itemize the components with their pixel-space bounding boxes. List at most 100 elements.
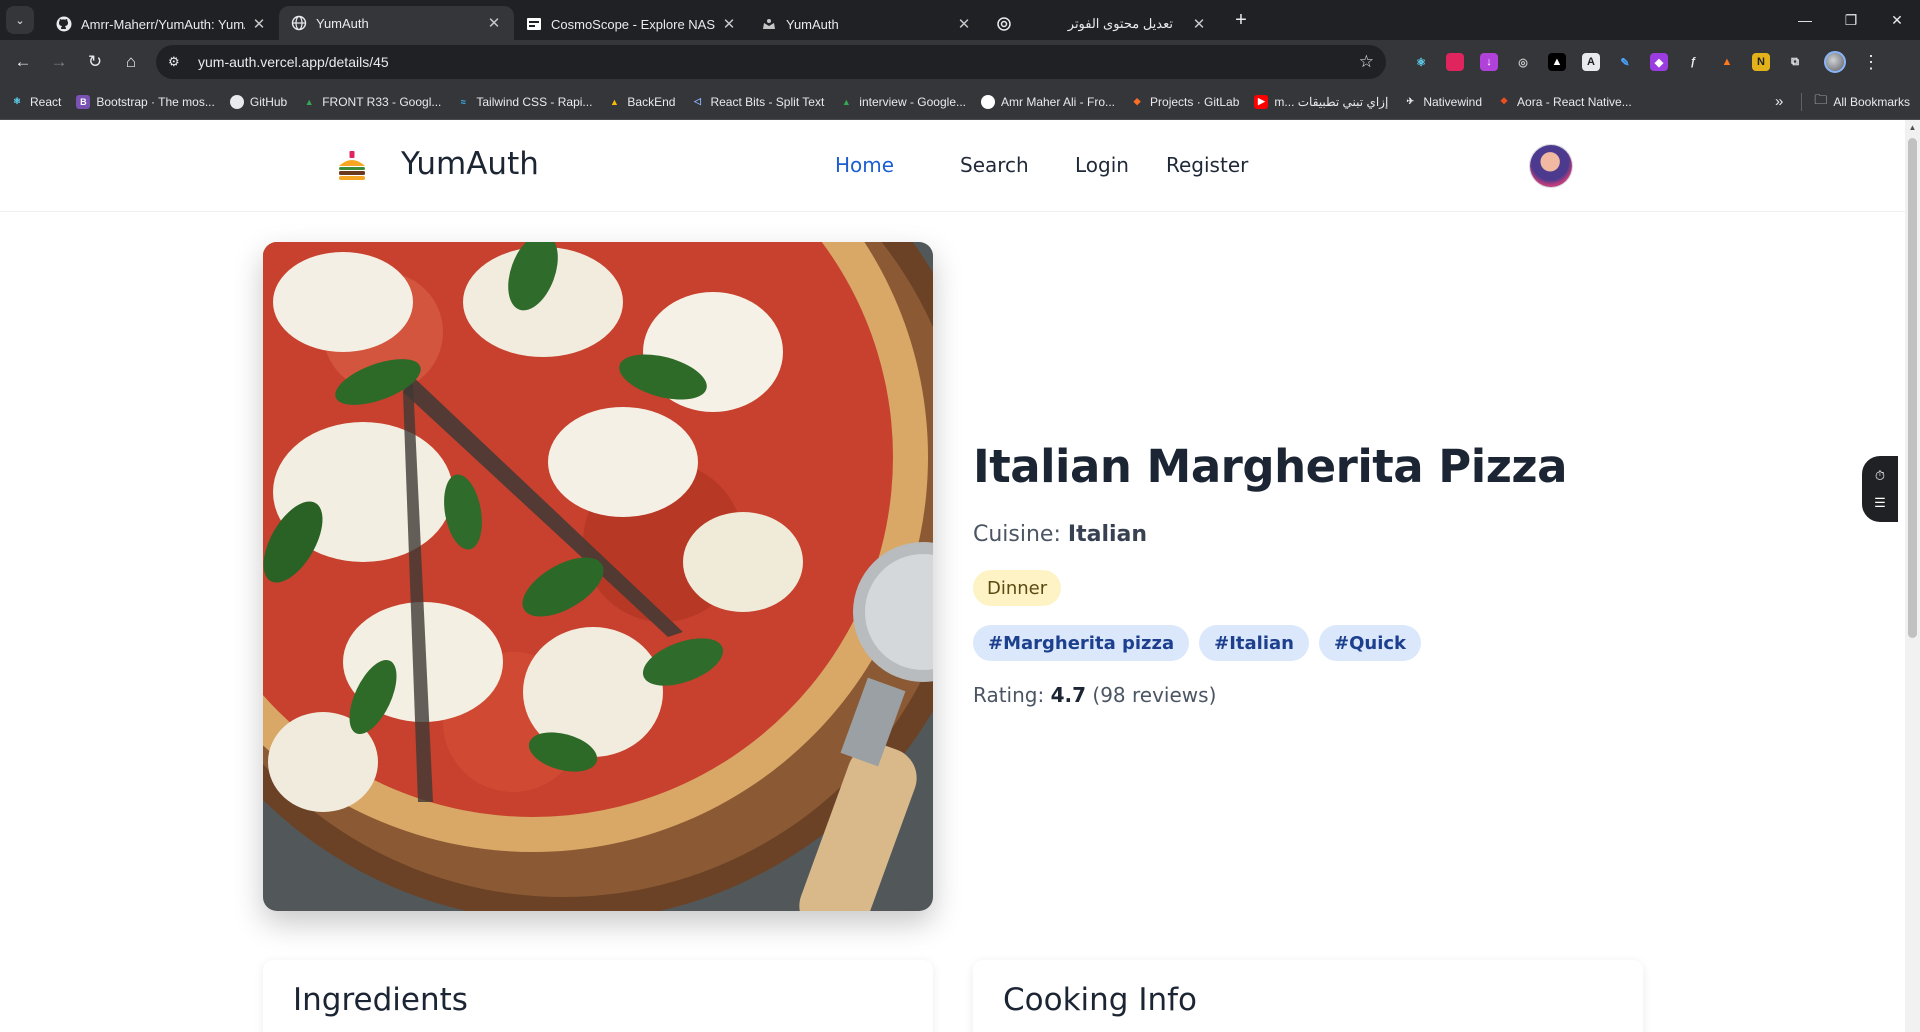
bookmark-item[interactable]: Amr Maher Ali - Fro... <box>981 94 1115 109</box>
all-bookmarks-label: All Bookmarks <box>1833 94 1910 109</box>
url-text[interactable]: yum-auth.vercel.app/details/45 <box>198 54 1359 70</box>
scroll-up-arrow-icon[interactable]: ▲ <box>1905 120 1920 136</box>
close-icon[interactable]: ✕ <box>251 15 267 33</box>
all-bookmarks-button[interactable]: 🗀 All Bookmarks <box>1814 91 1910 113</box>
nav-search-link[interactable]: Search <box>960 153 1029 177</box>
nav-login-link[interactable]: Login <box>1075 153 1129 177</box>
tag-chip[interactable]: #Italian <box>1199 625 1309 661</box>
browser-tab-yumauth-active[interactable]: YumAuth ✕ <box>279 6 514 40</box>
cooking-info-heading: Cooking Info <box>1003 982 1197 1018</box>
site-info-icon[interactable]: ⚙ <box>168 54 188 70</box>
recipe-rating: Rating: 4.7 (98 reviews) <box>973 683 1216 707</box>
close-icon[interactable]: ✕ <box>721 15 737 33</box>
fx-extension-icon[interactable]: ƒ <box>1684 53 1702 71</box>
tab-title: Amrr-Maherr/YumAuth: YumAuth <box>81 16 245 32</box>
bookmark-label: Tailwind CSS - Rapi... <box>476 94 593 109</box>
tab-title: YumAuth <box>316 15 369 31</box>
profile-icon <box>981 94 995 109</box>
bookmark-item[interactable]: ▲ BackEnd <box>607 95 676 109</box>
bookmark-item[interactable]: ✈ Nativewind <box>1403 95 1482 109</box>
tab-title: CosmoScope - Explore NASA's <box>551 16 715 32</box>
vercel-extension-icon[interactable]: ▲ <box>1548 53 1566 71</box>
user-avatar[interactable] <box>1530 145 1572 187</box>
tab-title: YumAuth <box>786 16 839 32</box>
more-menu-icon[interactable]: ⋮ <box>1862 52 1880 73</box>
bookmark-item[interactable]: ❖ Aora - React Native... <box>1497 95 1632 109</box>
review-count: (98 reviews) <box>1092 683 1217 707</box>
browser-tab-yumauth-2[interactable]: YumAuth ✕ <box>749 8 984 40</box>
restore-icon[interactable]: ❐ <box>1828 0 1874 40</box>
window-controls: — ❐ ✕ <box>1782 0 1920 40</box>
translate-extension-icon[interactable]: A <box>1582 53 1600 71</box>
bookmark-item[interactable]: ▲ interview - Google... <box>839 95 966 109</box>
react-devtools-icon[interactable]: ⚛ <box>1412 53 1430 71</box>
bookmark-item[interactable]: ≈ Tailwind CSS - Rapi... <box>456 94 593 109</box>
target-extension-icon[interactable]: ◎ <box>1514 53 1532 71</box>
site-brand[interactable]: YumAuth <box>401 146 539 182</box>
extension-red-icon[interactable] <box>1446 53 1464 71</box>
openai-icon <box>996 16 1012 32</box>
pen-extension-icon[interactable]: ✎ <box>1616 53 1634 71</box>
browser-tab-chatgpt[interactable]: تعديل محتوى الفوتر ✕ <box>984 8 1219 40</box>
bookmark-item[interactable]: ▶ m... إزاي تبني تطبيقات <box>1254 94 1388 109</box>
bookmark-label: React Bits - Split Text <box>710 94 825 109</box>
bookmark-item[interactable]: ⚛ React <box>10 95 61 109</box>
floating-tools-widget: ⏱ ☰ <box>1862 456 1898 522</box>
bookmark-item[interactable]: ◁ React Bits - Split Text <box>690 95 824 109</box>
yellow-extension-icon[interactable]: N <box>1752 53 1770 71</box>
close-window-icon[interactable]: ✕ <box>1874 0 1920 40</box>
gitlab-icon: ◆ <box>1133 96 1141 106</box>
tab-search-button[interactable]: ⌄ <box>6 6 34 34</box>
github-icon <box>56 16 72 32</box>
rating-value: 4.7 <box>1050 683 1087 707</box>
bookmarks-overflow-icon[interactable]: » <box>1775 93 1783 110</box>
bookmark-item[interactable]: B Bootstrap · The mos... <box>76 94 215 109</box>
tag-chip[interactable]: #Margherita pizza <box>973 625 1190 661</box>
cooking-info-card: Cooking Info <box>973 960 1643 1032</box>
new-tab-button[interactable]: + <box>1227 6 1255 34</box>
cuisine-value: Italian <box>1067 522 1148 547</box>
bookmark-label: Nativewind <box>1423 94 1483 109</box>
forward-arrow-icon[interactable]: → <box>42 45 76 79</box>
reload-icon[interactable]: ↻ <box>78 45 112 79</box>
rating-label: Rating: <box>973 683 1045 707</box>
burger-logo-icon[interactable] <box>334 148 370 184</box>
bookmark-item[interactable]: ▲ FRONT R33 - Googl... <box>302 95 442 109</box>
timer-icon[interactable]: ⏱ <box>1870 466 1890 486</box>
figma-icon: ❖ <box>1499 96 1509 106</box>
download-extension-icon[interactable]: ↓ <box>1480 53 1498 71</box>
close-icon[interactable]: ✕ <box>956 15 972 33</box>
scrollbar-thumb[interactable] <box>1908 138 1917 638</box>
close-icon[interactable]: ✕ <box>486 14 502 32</box>
bookmark-label: Aora - React Native... <box>1517 94 1632 109</box>
page-scrollbar[interactable]: ▲ <box>1905 120 1920 1032</box>
list-icon[interactable]: ☰ <box>1870 493 1890 513</box>
extensions-area: ⚛ ↓ ◎ ▲ A ✎ ◆ ƒ ▲ N ⧉ ⋮ <box>1404 51 1880 73</box>
purple-extension-icon[interactable]: ◆ <box>1650 53 1668 71</box>
bookmark-star-icon[interactable]: ☆ <box>1359 52 1374 72</box>
profile-avatar-icon[interactable] <box>1824 51 1846 73</box>
home-icon[interactable]: ⌂ <box>114 45 148 79</box>
minimize-icon[interactable]: — <box>1782 0 1828 40</box>
close-icon[interactable]: ✕ <box>1191 15 1207 33</box>
nav-register-link[interactable]: Register <box>1166 153 1248 177</box>
puzzle-extensions-icon[interactable]: ⧉ <box>1786 53 1804 71</box>
bookmark-item[interactable]: ◆ Projects · GitLab <box>1130 95 1240 109</box>
react-icon: ⚛ <box>12 96 22 106</box>
back-arrow-icon[interactable]: ← <box>6 45 40 79</box>
browser-tab-cosmoscope[interactable]: CosmoScope - Explore NASA's ✕ <box>514 8 749 40</box>
address-bar[interactable]: ⚙ yum-auth.vercel.app/details/45 ☆ <box>156 45 1386 79</box>
bookmark-item[interactable]: GitHub <box>229 94 287 109</box>
ingredients-heading: Ingredients <box>293 982 468 1018</box>
orange-extension-icon[interactable]: ▲ <box>1718 53 1736 71</box>
folder-icon: 🗀 <box>1814 91 1828 107</box>
browser-toolbar: ← → ↻ ⌂ ⚙ yum-auth.vercel.app/details/45… <box>0 40 1920 84</box>
tag-chip[interactable]: #Quick <box>1319 625 1422 661</box>
drive-icon: ▲ <box>609 96 619 107</box>
github-icon <box>229 94 244 109</box>
browser-tab-github[interactable]: Amrr-Maherr/YumAuth: YumAuth ✕ <box>44 8 279 40</box>
meal-type-badge: Dinner <box>973 570 1062 606</box>
drive-icon: ▲ <box>841 96 851 107</box>
nav-home-link[interactable]: Home <box>835 153 894 177</box>
bookmark-label: interview - Google... <box>859 94 966 109</box>
